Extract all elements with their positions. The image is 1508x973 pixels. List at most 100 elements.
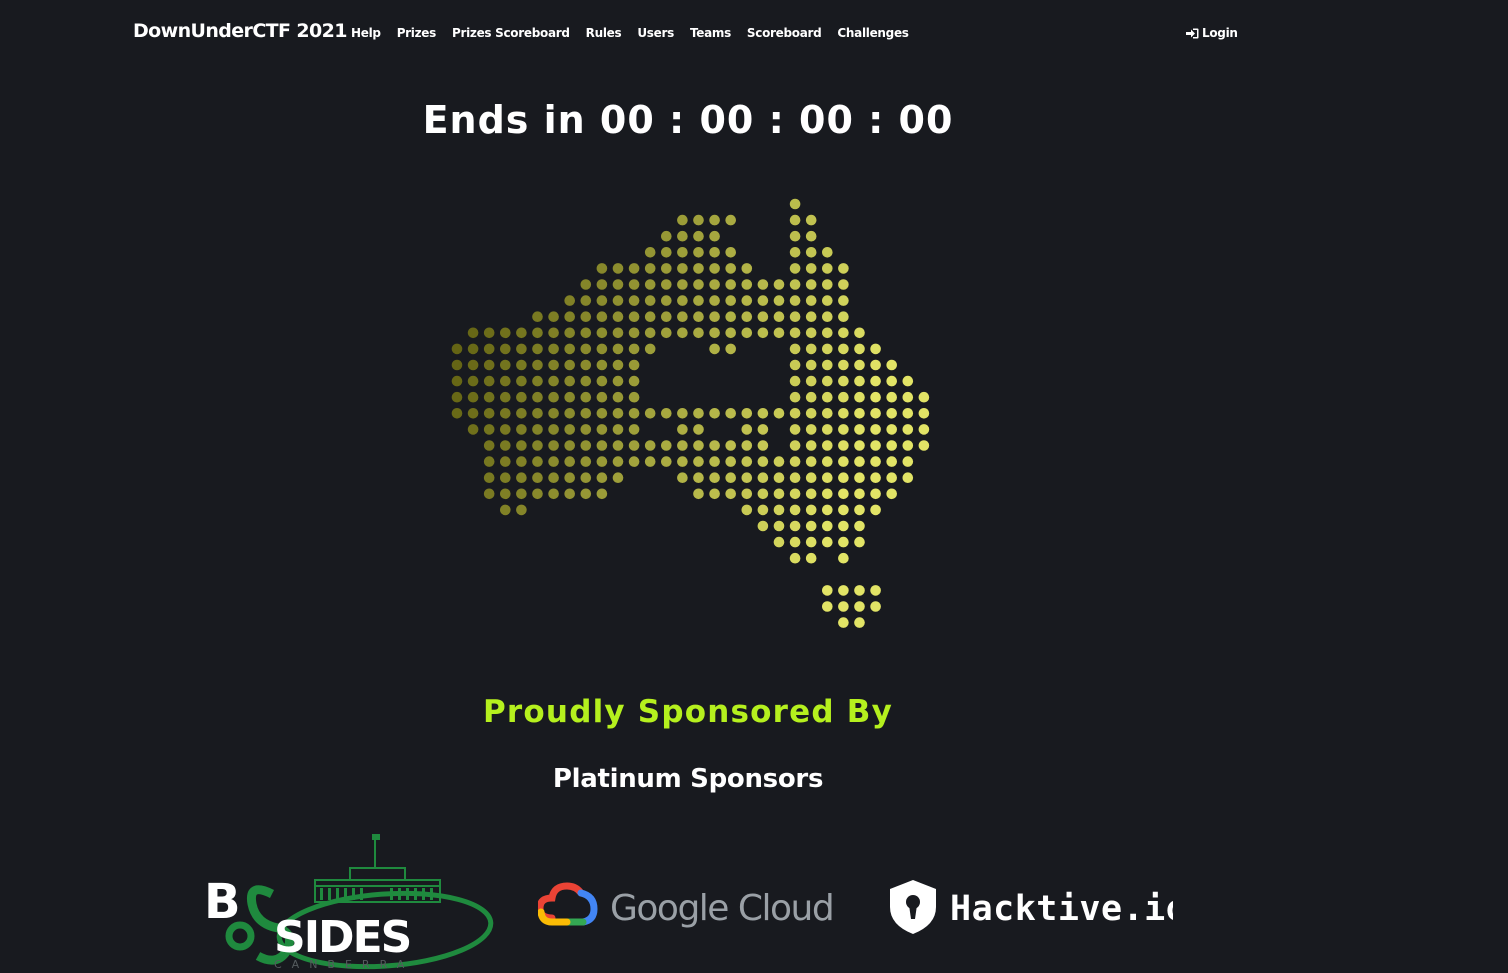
- map-dot: [822, 601, 833, 612]
- map-dot: [709, 295, 720, 306]
- nav-link-scoreboard[interactable]: Scoreboard: [747, 26, 822, 40]
- map-dot: [886, 488, 897, 500]
- map-dot: [886, 359, 897, 371]
- map-dot: [467, 359, 479, 371]
- map-dot: [693, 424, 704, 435]
- map-dot: [838, 391, 849, 403]
- map-dot: [661, 279, 672, 290]
- login-link[interactable]: Login: [1186, 26, 1238, 40]
- map-dot: [741, 488, 753, 500]
- map-dot: [805, 247, 817, 258]
- map-dot: [516, 375, 527, 387]
- map-dot: [773, 472, 785, 484]
- map-dot: [854, 424, 865, 435]
- nav-link-rules[interactable]: Rules: [586, 26, 622, 40]
- map-dot: [628, 456, 640, 467]
- map-dot: [854, 456, 865, 467]
- map-dot: [467, 343, 479, 355]
- map-dot: [532, 343, 543, 355]
- map-dot: [628, 359, 640, 371]
- map-dot: [564, 311, 575, 323]
- map-dot: [854, 536, 865, 548]
- map-dot: [628, 391, 640, 403]
- map-dot: [822, 247, 833, 258]
- map-dot: [483, 488, 495, 500]
- map-dot: [709, 440, 720, 451]
- map-dot: [918, 440, 930, 451]
- map-dot: [467, 391, 479, 403]
- map-dot: [564, 343, 575, 355]
- map-dot: [838, 520, 849, 532]
- map-dot: [886, 391, 897, 403]
- map-dot: [838, 359, 849, 371]
- map-dot: [854, 601, 865, 612]
- login-label: Login: [1202, 26, 1238, 40]
- map-dot: [612, 343, 624, 355]
- map-dot: [564, 472, 575, 484]
- map-dot: [596, 456, 608, 467]
- map-dot: [677, 456, 688, 467]
- map-dot: [822, 343, 833, 355]
- map-dot: [789, 488, 801, 500]
- map-dot: [516, 472, 527, 484]
- map-dot: [709, 327, 720, 339]
- map-dot: [644, 456, 656, 467]
- map-dot: [548, 488, 559, 500]
- map-dot: [902, 456, 914, 467]
- google-cloud-logo[interactable]: Google Cloud: [538, 878, 843, 936]
- map-dot: [886, 424, 897, 435]
- hacktive-logo[interactable]: Hacktive.io: [888, 877, 1173, 937]
- map-dot: [580, 343, 592, 355]
- map-dot: [467, 408, 479, 419]
- map-dot: [773, 456, 785, 467]
- map-dot: [822, 440, 833, 451]
- map-dot: [596, 375, 608, 387]
- map-dot: [741, 311, 753, 323]
- nav-link-challenges[interactable]: Challenges: [837, 26, 909, 40]
- map-dot: [644, 279, 656, 290]
- map-dot: [644, 343, 656, 355]
- map-dot: [773, 279, 785, 290]
- nav-links: Help Prizes Prizes Scoreboard Rules User…: [351, 26, 925, 40]
- nav-link-prizes[interactable]: Prizes: [397, 26, 437, 40]
- google-cloud-icon: [538, 882, 598, 926]
- map-dot: [838, 617, 849, 628]
- map-dot: [789, 520, 801, 532]
- map-dot: [532, 456, 543, 467]
- map-dot: [467, 375, 479, 387]
- map-dot: [644, 440, 656, 451]
- map-dot: [661, 440, 672, 451]
- map-dot: [725, 456, 736, 467]
- map-dot: [661, 311, 672, 323]
- brand-link[interactable]: DownUnderCTF 2021: [133, 20, 348, 42]
- nav-link-users[interactable]: Users: [637, 26, 674, 40]
- map-dot: [483, 375, 495, 387]
- map-dot: [741, 440, 753, 451]
- map-dot: [564, 488, 575, 500]
- map-dot: [483, 343, 495, 355]
- map-dot: [612, 375, 624, 387]
- map-dot: [822, 375, 833, 387]
- nav-link-prizes-scoreboard[interactable]: Prizes Scoreboard: [452, 26, 570, 40]
- map-dot: [677, 279, 688, 290]
- map-dot: [564, 456, 575, 467]
- nav-link-help[interactable]: Help: [351, 26, 381, 40]
- map-dot: [500, 359, 511, 371]
- map-dot: [677, 263, 688, 274]
- map-dot: [580, 391, 592, 403]
- map-dot: [870, 424, 881, 435]
- map-dot: [902, 391, 914, 403]
- map-dot: [500, 375, 511, 387]
- map-dot: [773, 504, 785, 516]
- map-dot: [870, 504, 881, 516]
- map-dot: [725, 488, 736, 500]
- map-dot: [500, 440, 511, 451]
- map-dot: [886, 440, 897, 451]
- nav-link-teams[interactable]: Teams: [690, 26, 731, 40]
- bsides-canberra-logo[interactable]: B SIDES CANBERRA: [200, 832, 500, 973]
- map-dot: [854, 408, 865, 419]
- map-dot: [516, 424, 527, 435]
- map-dot: [483, 327, 495, 339]
- map-dot: [532, 440, 543, 451]
- map-dot: [725, 343, 736, 355]
